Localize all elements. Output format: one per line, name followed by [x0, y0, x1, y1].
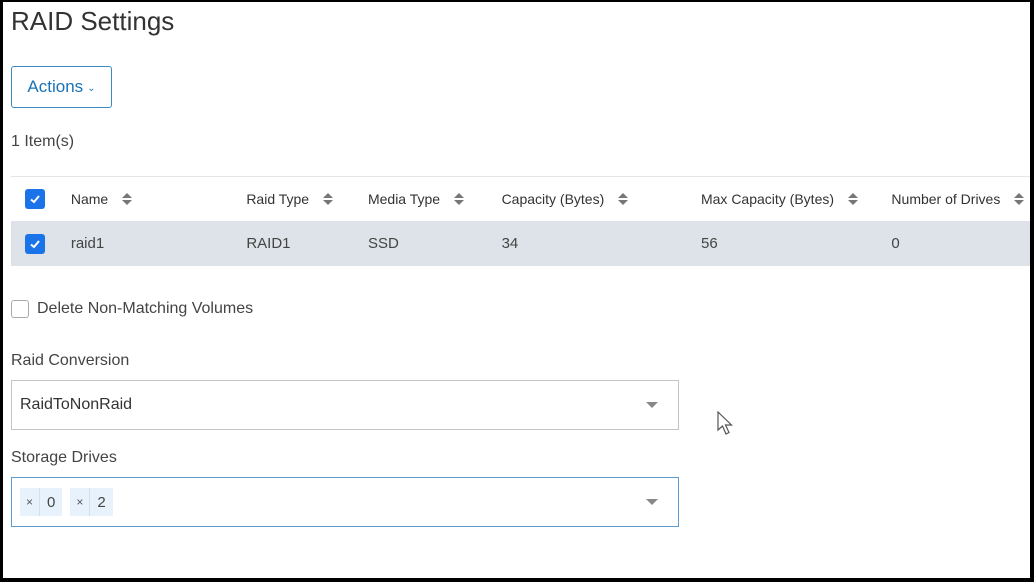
- row-checkbox[interactable]: [25, 233, 45, 254]
- sort-icon[interactable]: [122, 193, 133, 205]
- sort-icon[interactable]: [454, 193, 465, 205]
- column-header-capacity[interactable]: Capacity (Bytes): [502, 191, 701, 207]
- column-label: Raid Type: [246, 191, 310, 207]
- cell-media-type: SSD: [367, 235, 399, 252]
- remove-tag-icon[interactable]: ×: [20, 488, 41, 516]
- cell-number-of-drives: 0: [891, 235, 900, 252]
- page-title: RAID Settings: [11, 6, 175, 36]
- drive-tag-value: 2: [97, 493, 106, 511]
- drive-tag: × 0: [20, 488, 63, 516]
- column-label: Name: [70, 191, 109, 207]
- chevron-down-icon: ⌄: [87, 82, 96, 94]
- column-label: Max Capacity (Bytes): [700, 191, 835, 207]
- dropdown-caret-icon[interactable]: [646, 499, 658, 505]
- table-header: Name Raid Type Media Type Capacity (Byte…: [11, 176, 1030, 221]
- storage-drives-label: Storage Drives: [11, 449, 117, 466]
- sort-icon[interactable]: [323, 193, 334, 205]
- column-label: Media Type: [367, 191, 441, 207]
- delete-non-matching-volumes-option[interactable]: Delete Non-Matching Volumes: [11, 300, 253, 318]
- delete-non-matching-label: Delete Non-Matching Volumes: [37, 300, 254, 317]
- column-header-number-of-drives[interactable]: Number of Drives: [891, 191, 1030, 207]
- column-header-name[interactable]: Name: [71, 191, 246, 207]
- mouse-cursor-icon: [717, 410, 733, 435]
- column-header-media-type[interactable]: Media Type: [368, 191, 502, 207]
- cell-raid-type: RAID1: [246, 235, 291, 252]
- column-header-raid-type[interactable]: Raid Type: [246, 191, 368, 207]
- check-icon: [30, 195, 40, 204]
- sort-icon[interactable]: [1014, 193, 1025, 205]
- actions-label: Actions: [27, 77, 84, 96]
- column-label: Capacity (Bytes): [501, 191, 605, 207]
- column-label: Number of Drives: [891, 191, 1001, 207]
- raid-table: Name Raid Type Media Type Capacity (Byte…: [11, 176, 1030, 266]
- cell-name: raid1: [70, 235, 105, 252]
- select-all-checkbox[interactable]: [25, 189, 45, 209]
- remove-tag-icon[interactable]: ×: [70, 488, 91, 516]
- raid-conversion-label: Raid Conversion: [11, 352, 130, 369]
- raid-conversion-value: RaidToNonRaid: [20, 396, 133, 413]
- cell-capacity: 34: [501, 235, 519, 252]
- raid-conversion-select[interactable]: RaidToNonRaid: [11, 380, 679, 430]
- dropdown-caret-icon[interactable]: [646, 402, 658, 408]
- sort-icon[interactable]: [618, 193, 629, 205]
- actions-button[interactable]: Actions ⌄: [11, 66, 112, 108]
- column-header-max-capacity[interactable]: Max Capacity (Bytes): [701, 191, 891, 207]
- sort-icon[interactable]: [848, 193, 859, 205]
- item-count: 1 Item(s): [11, 133, 75, 150]
- check-icon: [30, 239, 40, 248]
- delete-non-matching-checkbox[interactable]: [11, 300, 29, 318]
- drive-tag: × 2: [70, 488, 113, 516]
- drive-tag-value: 0: [47, 493, 56, 511]
- storage-drives-multiselect[interactable]: × 0 × 2: [11, 477, 679, 527]
- table-row[interactable]: raid1 RAID1 SSD 34 56 0: [11, 221, 1030, 266]
- raid-settings-page: RAID Settings Actions ⌄ 1 Item(s) Name R…: [3, 2, 1030, 578]
- cell-max-capacity: 56: [700, 235, 718, 252]
